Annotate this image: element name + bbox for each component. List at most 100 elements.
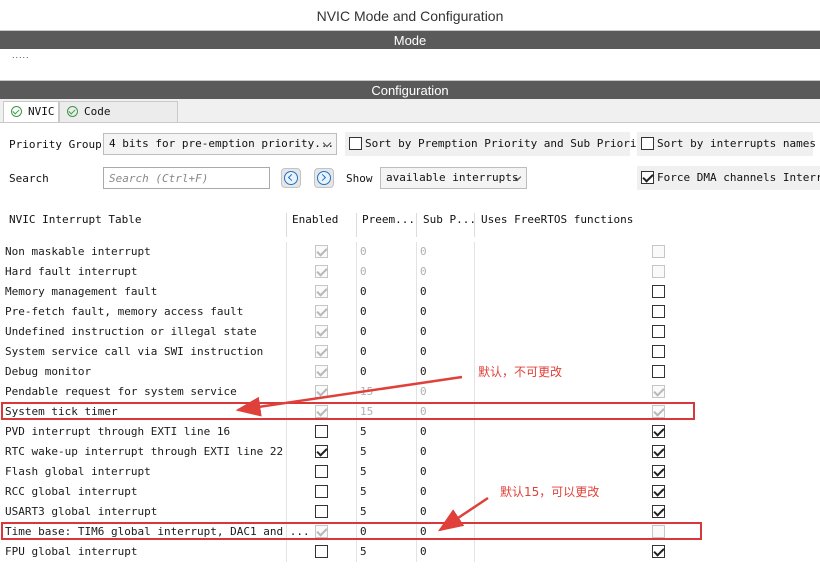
force-dma-checkbox[interactable] [641, 171, 654, 184]
preemption-priority-value: 0 [360, 265, 367, 278]
sub-priority-value[interactable]: 0 [420, 485, 427, 498]
column-header-enabled[interactable]: Enabled [292, 213, 338, 226]
enabled-checkbox [315, 265, 328, 278]
table-row[interactable]: FPU global interrupt 5 0 [0, 542, 820, 562]
interrupt-name: Non maskable interrupt [5, 245, 151, 258]
table-row[interactable]: RTC wake-up interrupt through EXTI line … [0, 442, 820, 462]
enabled-checkbox[interactable] [315, 445, 328, 458]
column-divider [474, 213, 475, 237]
table-row[interactable]: Memory management fault 0 0 [0, 282, 820, 302]
preemption-priority-value[interactable]: 0 [360, 305, 367, 318]
freertos-checkbox[interactable] [652, 285, 665, 298]
preemption-priority-value[interactable]: 5 [360, 445, 367, 458]
table-row[interactable]: System service call via SWI instruction 0… [0, 342, 820, 362]
freertos-checkbox[interactable] [652, 305, 665, 318]
sort-names-checkbox[interactable] [641, 137, 654, 150]
enabled-checkbox [315, 345, 328, 358]
freertos-checkbox[interactable] [652, 505, 665, 518]
tab-code-generation[interactable]: Code generation [59, 101, 178, 137]
freertos-checkbox[interactable] [652, 465, 665, 478]
timebase-annotation-note: 默认15，可以更改 [500, 485, 600, 499]
freertos-checkbox[interactable] [652, 445, 665, 458]
sort-premption-checkbox[interactable] [349, 137, 362, 150]
enabled-checkbox[interactable] [315, 505, 328, 518]
table-row[interactable]: Debug monitor 0 0 [0, 362, 820, 382]
sub-priority-value[interactable]: 0 [420, 305, 427, 318]
sub-priority-value[interactable]: 0 [420, 505, 427, 518]
preemption-priority-value: 15 [360, 385, 374, 398]
enabled-checkbox [315, 305, 328, 318]
search-next-button[interactable] [314, 168, 334, 188]
enabled-checkbox [315, 285, 328, 298]
mode-content-placeholder: ..... [12, 50, 30, 60]
configuration-section-header[interactable]: Configuration [0, 80, 820, 99]
preemption-priority-value[interactable]: 5 [360, 505, 367, 518]
column-header-name: NVIC Interrupt Table [9, 213, 142, 226]
enabled-checkbox[interactable] [315, 545, 328, 558]
freertos-checkbox[interactable] [652, 485, 665, 498]
interrupt-name: Hard fault interrupt [5, 265, 138, 278]
force-dma-option[interactable]: Force DMA channels Interrup [637, 166, 820, 190]
sort-names-label: Sort by interrupts names [657, 137, 816, 150]
timebase-highlight-box [1, 522, 702, 540]
table-row[interactable]: RCC global interrupt 5 0 [0, 482, 820, 502]
freertos-checkbox[interactable] [652, 545, 665, 558]
tab-nvic-label: NVIC [28, 105, 55, 118]
enabled-checkbox [315, 365, 328, 378]
table-row[interactable]: Non maskable interrupt 0 0 [0, 242, 820, 262]
sub-priority-value[interactable]: 0 [420, 325, 427, 338]
priority-group-select[interactable]: 4 bits for pre-emption priority... [103, 133, 337, 155]
freertos-checkbox[interactable] [652, 425, 665, 438]
table-row[interactable]: Flash global interrupt 5 0 [0, 462, 820, 482]
column-header-freertos[interactable]: Uses FreeRTOS functions [481, 213, 633, 226]
freertos-checkbox[interactable] [652, 325, 665, 338]
mode-section-body: ..... [0, 49, 820, 80]
sub-priority-value[interactable]: 0 [420, 365, 427, 378]
preemption-priority-value[interactable]: 0 [360, 345, 367, 358]
freertos-checkbox[interactable] [652, 365, 665, 378]
freertos-checkbox [652, 245, 665, 258]
show-filter-select[interactable]: available interrupts [380, 167, 527, 189]
search-label: Search [9, 172, 49, 185]
table-row[interactable]: USART3 global interrupt 5 0 [0, 502, 820, 522]
tab-nvic[interactable]: NVIC [3, 101, 59, 122]
enabled-checkbox[interactable] [315, 465, 328, 478]
table-row[interactable]: Pre-fetch fault, memory access fault 0 0 [0, 302, 820, 322]
show-filter-value: available interrupts [386, 171, 519, 184]
check-circle-icon [67, 106, 78, 117]
sub-priority-value[interactable]: 0 [420, 345, 427, 358]
interrupt-name: System service call via SWI instruction [5, 345, 264, 358]
sort-names-option[interactable]: Sort by interrupts names [637, 132, 816, 156]
preemption-priority-value[interactable]: 5 [360, 545, 367, 558]
freertos-checkbox[interactable] [652, 345, 665, 358]
preemption-priority-value[interactable]: 0 [360, 285, 367, 298]
sub-priority-value[interactable]: 0 [420, 545, 427, 558]
sort-premption-option[interactable]: Sort by Premption Priority and Sub Prior… [345, 132, 650, 156]
sub-priority-value[interactable]: 0 [420, 465, 427, 478]
table-row[interactable]: PVD interrupt through EXTI line 16 5 0 [0, 422, 820, 442]
column-header-sub-priority[interactable]: Sub P... [423, 213, 476, 226]
interrupt-name: Pendable request for system service [5, 385, 237, 398]
sub-priority-value[interactable]: 0 [420, 445, 427, 458]
preemption-priority-value[interactable]: 5 [360, 485, 367, 498]
preemption-priority-value[interactable]: 0 [360, 325, 367, 338]
enabled-checkbox[interactable] [315, 425, 328, 438]
table-row[interactable]: Pendable request for system service 15 0 [0, 382, 820, 402]
column-header-preemption[interactable]: Preem... [362, 213, 415, 226]
preemption-priority-value[interactable]: 0 [360, 365, 367, 378]
enabled-checkbox [315, 245, 328, 258]
search-input[interactable] [103, 167, 270, 189]
sub-priority-value[interactable]: 0 [420, 425, 427, 438]
systick-highlight-box [1, 402, 695, 420]
table-row[interactable]: Hard fault interrupt 0 0 [0, 262, 820, 282]
table-row[interactable]: Undefined instruction or illegal state 0 0 [0, 322, 820, 342]
enabled-checkbox[interactable] [315, 485, 328, 498]
systick-annotation-note: 默认，不可更改 [478, 365, 563, 379]
config-tab-bar: NVIC Code generation [0, 99, 820, 137]
mode-section-header[interactable]: Mode [0, 30, 820, 49]
preemption-priority-value[interactable]: 5 [360, 465, 367, 478]
priority-group-label: Priority Group [9, 138, 102, 151]
sub-priority-value[interactable]: 0 [420, 285, 427, 298]
search-previous-button[interactable] [281, 168, 301, 188]
preemption-priority-value[interactable]: 5 [360, 425, 367, 438]
